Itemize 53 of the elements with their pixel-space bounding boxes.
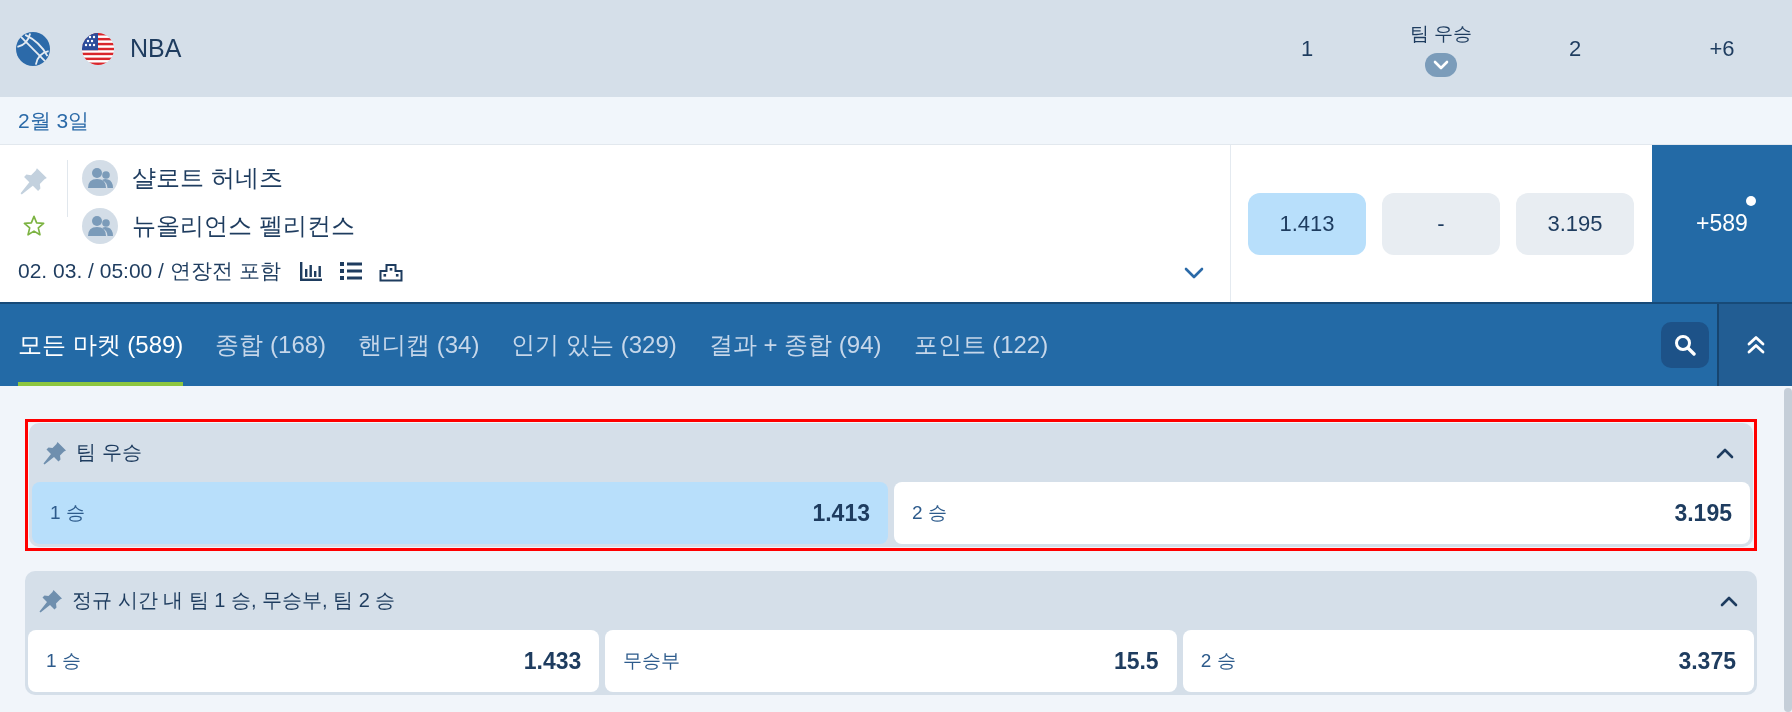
league-name: NBA [130, 34, 182, 63]
list-icon[interactable] [338, 260, 363, 282]
chevron-down-icon[interactable] [1425, 52, 1457, 77]
outcome-label: 2 승 [1200, 649, 1236, 673]
market-label: 팀 우승 [1409, 21, 1473, 46]
outcome-button[interactable]: 1 승 1.413 [32, 482, 888, 544]
bar-chart-icon[interactable] [298, 260, 323, 282]
scrollbar-thumb[interactable] [1784, 388, 1792, 712]
outcome-odds: 3.375 [1678, 647, 1736, 675]
collapse-button[interactable] [1717, 304, 1792, 386]
outcome-button[interactable]: 1 승 1.433 [28, 630, 600, 692]
search-icon [1674, 334, 1696, 356]
market-tab[interactable]: 결과 + 종합 (94) [708, 304, 882, 386]
outcome-label: 1 승 [46, 649, 81, 673]
column-label: 1 [1300, 35, 1314, 62]
more-markets-button[interactable]: +589 [1652, 145, 1792, 302]
chevron-up-icon[interactable] [1716, 446, 1734, 459]
outcome-odds: 1.413 [812, 499, 870, 527]
market-title: 팀 우승 [76, 440, 142, 465]
odds-button[interactable]: - [1382, 192, 1500, 255]
team-name: 뉴올리언스 펠리컨스 [132, 211, 355, 241]
outcome-button[interactable]: 2 승 3.195 [894, 482, 1750, 544]
market-tab[interactable]: 핸디캡 (34) [358, 304, 480, 386]
column-label: +6 [1709, 35, 1735, 62]
date-label: 2월 3일 [18, 107, 90, 134]
chevron-down-icon[interactable] [1184, 267, 1204, 280]
team-name: 샬로트 허네츠 [132, 163, 283, 193]
outcome-odds: 3.195 [1674, 499, 1732, 527]
double-chevron-up-icon [1745, 335, 1766, 355]
market-tab[interactable]: 포인트 (122) [913, 304, 1049, 386]
search-button[interactable] [1661, 322, 1709, 368]
basketball-icon [16, 31, 50, 66]
outcome-label: 무승부 [623, 649, 681, 673]
star-icon[interactable] [23, 215, 45, 237]
market-tab[interactable]: 모든 마켓 (589) [18, 304, 184, 386]
match-info: 02. 03. / 05:00 / 연장전 포함 [18, 258, 281, 284]
dot-icon [1746, 196, 1756, 206]
outcome-button[interactable]: 무승부 15.5 [605, 630, 1177, 692]
market-tab[interactable]: 인기 있는 (329) [511, 304, 677, 386]
outcome-label: 2 승 [912, 501, 947, 525]
chevron-up-icon[interactable] [1720, 594, 1738, 607]
odds-button[interactable]: 3.195 [1516, 192, 1634, 255]
outcome-odds: 1.433 [523, 647, 582, 675]
people-icon [82, 160, 118, 196]
outcome-odds: 15.5 [1113, 647, 1159, 675]
odds-button[interactable]: 1.413 [1248, 192, 1366, 255]
outcome-button[interactable]: 2 승 3.375 [1182, 630, 1754, 692]
market-tab[interactable]: 종합 (168) [215, 304, 327, 386]
flag-icon [82, 32, 114, 65]
outcome-label: 1 승 [50, 501, 85, 525]
people-icon [82, 208, 118, 244]
column-label: 2 [1568, 35, 1582, 62]
market-title: 정규 시간 내 팀 1 승, 무승부, 팀 2 승 [72, 588, 396, 613]
